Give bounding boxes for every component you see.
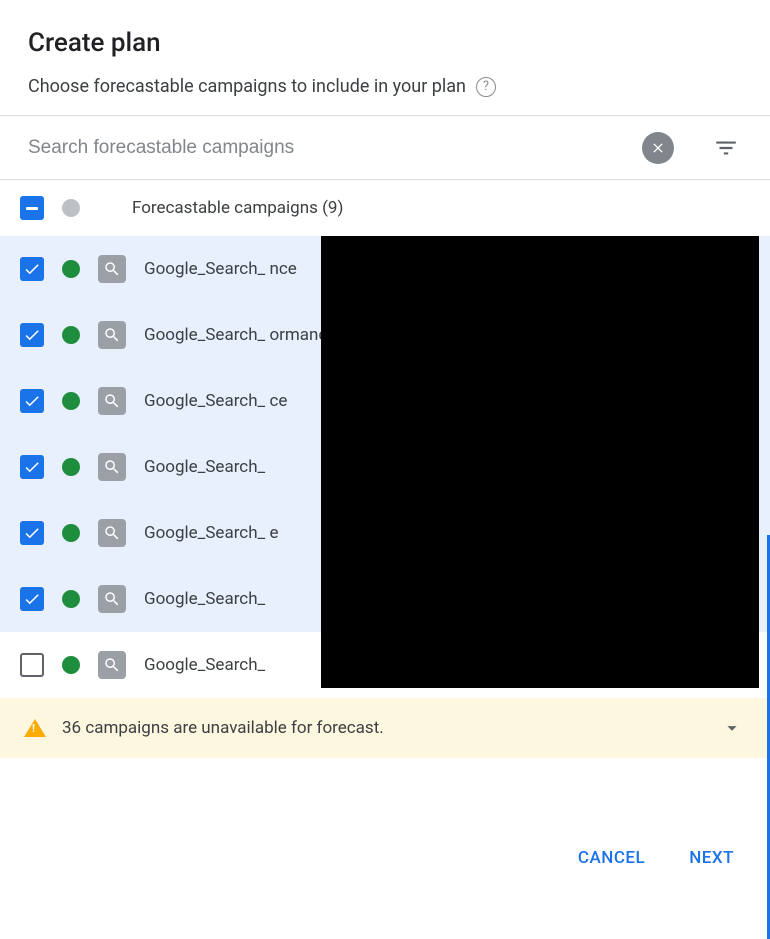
chevron-down-icon: [721, 717, 743, 739]
search-campaign-icon: [98, 453, 126, 481]
subtitle-text: Choose forecastable campaigns to include…: [28, 76, 466, 97]
magnifier-icon: [103, 392, 121, 410]
status-dot: [62, 590, 80, 608]
status-dot: [62, 260, 80, 278]
next-button[interactable]: NEXT: [689, 848, 734, 868]
magnifier-icon: [103, 458, 121, 476]
campaign-checkbox[interactable]: [20, 653, 44, 677]
status-dot: [62, 656, 80, 674]
magnifier-icon: [103, 326, 121, 344]
magnifier-icon: [103, 260, 121, 278]
search-campaign-icon: [98, 321, 126, 349]
campaign-checkbox[interactable]: [20, 455, 44, 479]
notice-text: 36 campaigns are unavailable for forecas…: [62, 718, 702, 738]
search-input[interactable]: [28, 116, 626, 179]
search-campaign-icon: [98, 255, 126, 283]
campaign-checkbox[interactable]: [20, 323, 44, 347]
search-campaign-icon: [98, 585, 126, 613]
status-dot-header: [62, 199, 80, 217]
check-icon: [23, 590, 41, 608]
search-row: [0, 116, 770, 180]
expand-notice-button[interactable]: [718, 714, 746, 742]
close-icon: [650, 140, 666, 156]
dialog-footer: CANCEL NEXT: [542, 824, 770, 892]
campaign-list: Google_Search_ nceGoogle_Search_ ormance…: [0, 236, 770, 698]
page-title: Create plan: [28, 28, 742, 58]
check-icon: [23, 326, 41, 344]
search-campaign-icon: [98, 387, 126, 415]
status-dot: [62, 458, 80, 476]
status-dot: [62, 524, 80, 542]
check-icon: [23, 458, 41, 476]
list-header-row: Forecastable campaigns (9): [0, 180, 770, 236]
search-campaign-icon: [98, 519, 126, 547]
redacted-overlay: [321, 236, 759, 688]
subtitle-row: Choose forecastable campaigns to include…: [28, 76, 742, 97]
help-icon[interactable]: ?: [476, 77, 496, 97]
select-all-checkbox[interactable]: [20, 196, 44, 220]
filter-button[interactable]: [710, 132, 742, 164]
unavailable-notice: 36 campaigns are unavailable for forecas…: [0, 698, 770, 758]
campaign-checkbox[interactable]: [20, 257, 44, 281]
magnifier-icon: [103, 656, 121, 674]
list-header-label: Forecastable campaigns (9): [132, 198, 343, 218]
campaign-checkbox[interactable]: [20, 587, 44, 611]
check-icon: [23, 260, 41, 278]
campaign-checkbox[interactable]: [20, 389, 44, 413]
magnifier-icon: [103, 524, 121, 542]
clear-search-button[interactable]: [642, 132, 674, 164]
cancel-button[interactable]: CANCEL: [578, 848, 645, 868]
filter-icon: [713, 135, 739, 161]
warning-icon: [24, 719, 46, 737]
check-icon: [23, 524, 41, 542]
status-dot: [62, 392, 80, 410]
status-dot: [62, 326, 80, 344]
check-icon: [23, 392, 41, 410]
magnifier-icon: [103, 590, 121, 608]
dialog-header: Create plan Choose forecastable campaign…: [0, 0, 770, 115]
search-campaign-icon: [98, 651, 126, 679]
campaign-checkbox[interactable]: [20, 521, 44, 545]
